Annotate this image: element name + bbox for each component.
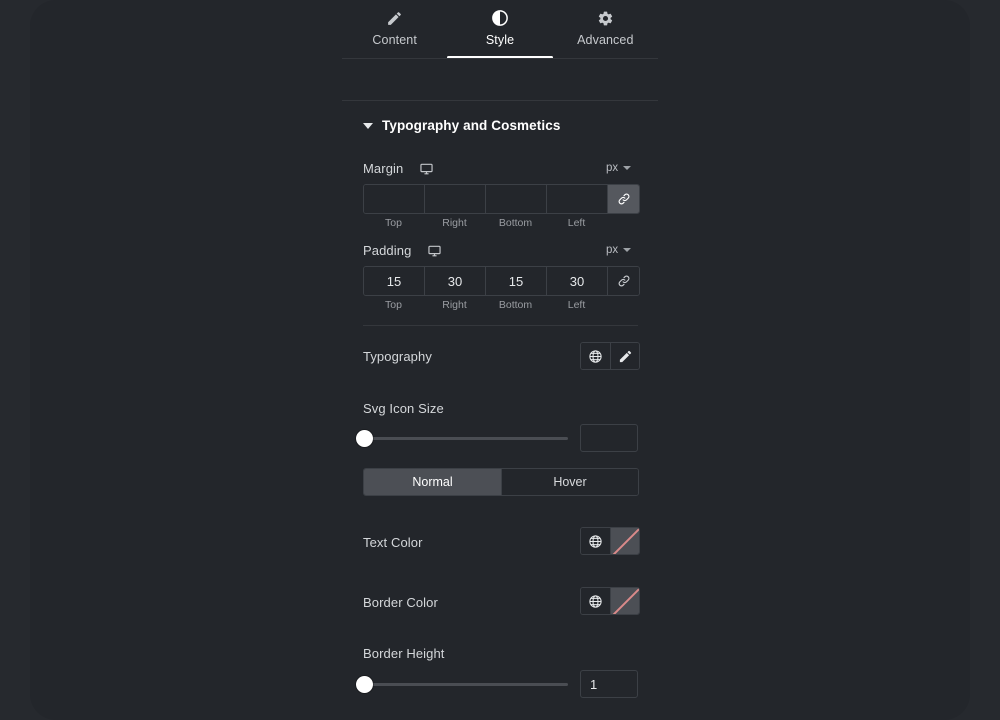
text-color-label: Text Color [363,535,423,550]
border-height-slider-handle[interactable] [356,675,373,693]
border-color-swatch[interactable] [610,588,639,614]
chevron-down-icon [623,248,632,252]
tab-advanced-label: Advanced [577,33,634,47]
state-toggle-normal[interactable]: Normal [364,469,501,495]
margin-inputs [363,184,640,214]
margin-caption-right: Right [442,217,467,229]
svg-icon-size-slider-handle[interactable] [356,429,373,447]
typography-label: Typography [363,349,432,364]
margin-captions: Top Right Bottom Left [363,217,607,229]
pencil-icon [385,8,405,28]
margin-caption-bottom: Bottom [498,217,533,229]
padding-typography-divider [363,325,638,326]
margin-unit-select[interactable]: px [606,162,632,174]
padding-caption-bottom: Bottom [498,299,533,311]
margin-bottom-input[interactable] [486,185,547,213]
padding-top-input[interactable]: 15 [364,267,425,295]
tab-content-label: Content [372,33,417,47]
typography-global-button[interactable] [581,343,610,369]
padding-caption-top: Top [385,299,402,311]
margin-link-values-button[interactable] [608,185,639,213]
contrast-icon [490,8,510,28]
text-color-controls [580,527,640,555]
panel-content: Content Style Advanced Typography and Co… [0,0,1000,720]
margin-left-input[interactable] [547,185,608,213]
text-color-global-button[interactable] [581,528,610,554]
border-color-controls [580,587,640,615]
tabbar-divider [342,58,658,59]
tab-content[interactable]: Content [342,0,447,58]
desktop-icon[interactable] [427,244,442,258]
border-color-global-button[interactable] [581,588,610,614]
padding-caption-right: Right [442,299,467,311]
margin-unit-value: px [606,162,619,174]
text-color-swatch[interactable] [610,528,639,554]
border-height-input[interactable]: 1 [580,670,638,698]
padding-unit-select[interactable]: px [606,244,632,256]
border-height-slider-track [366,682,568,686]
padding-bottom-input[interactable]: 15 [486,267,547,295]
typography-edit-button[interactable] [610,343,639,369]
svg-icon-size-slider[interactable] [356,428,568,448]
section-top-divider [342,100,658,101]
desktop-icon[interactable] [419,162,434,176]
chevron-down-icon [623,166,632,170]
padding-left-input[interactable]: 30 [547,267,608,295]
border-height-slider[interactable] [356,674,568,694]
padding-unit-value: px [606,244,619,256]
padding-link-values-button[interactable] [608,267,639,295]
editor-panel: Content Style Advanced Typography and Co… [0,0,1000,720]
border-color-label: Border Color [363,595,438,610]
section-header-typography-and-cosmetics[interactable]: Typography and Cosmetics [363,118,560,133]
margin-label: Margin [363,161,404,176]
tab-style[interactable]: Style [447,0,553,59]
padding-captions: Top Right Bottom Left [363,299,607,311]
tab-bar: Content Style Advanced [342,0,658,59]
caret-down-icon [363,122,373,129]
svg-icon-size-label: Svg Icon Size [363,401,444,416]
padding-right-input[interactable]: 30 [425,267,486,295]
svg-icon-size-input[interactable] [580,424,638,452]
margin-top-input[interactable] [364,185,425,213]
tab-style-label: Style [485,33,515,47]
margin-right-input[interactable] [425,185,486,213]
gear-icon [595,8,615,28]
border-height-label: Border Height [363,646,445,661]
padding-inputs: 15 30 15 30 [363,266,640,296]
state-toggle-hover[interactable]: Hover [501,469,638,495]
section-title: Typography and Cosmetics [382,118,561,133]
state-toggle: Normal Hover [363,468,639,496]
padding-label: Padding [363,243,412,258]
padding-caption-left: Left [567,299,586,311]
svg-icon-size-slider-track [366,436,568,440]
tab-advanced[interactable]: Advanced [553,0,658,58]
typography-controls [580,342,640,370]
margin-caption-left: Left [567,217,586,229]
margin-caption-top: Top [385,217,402,229]
